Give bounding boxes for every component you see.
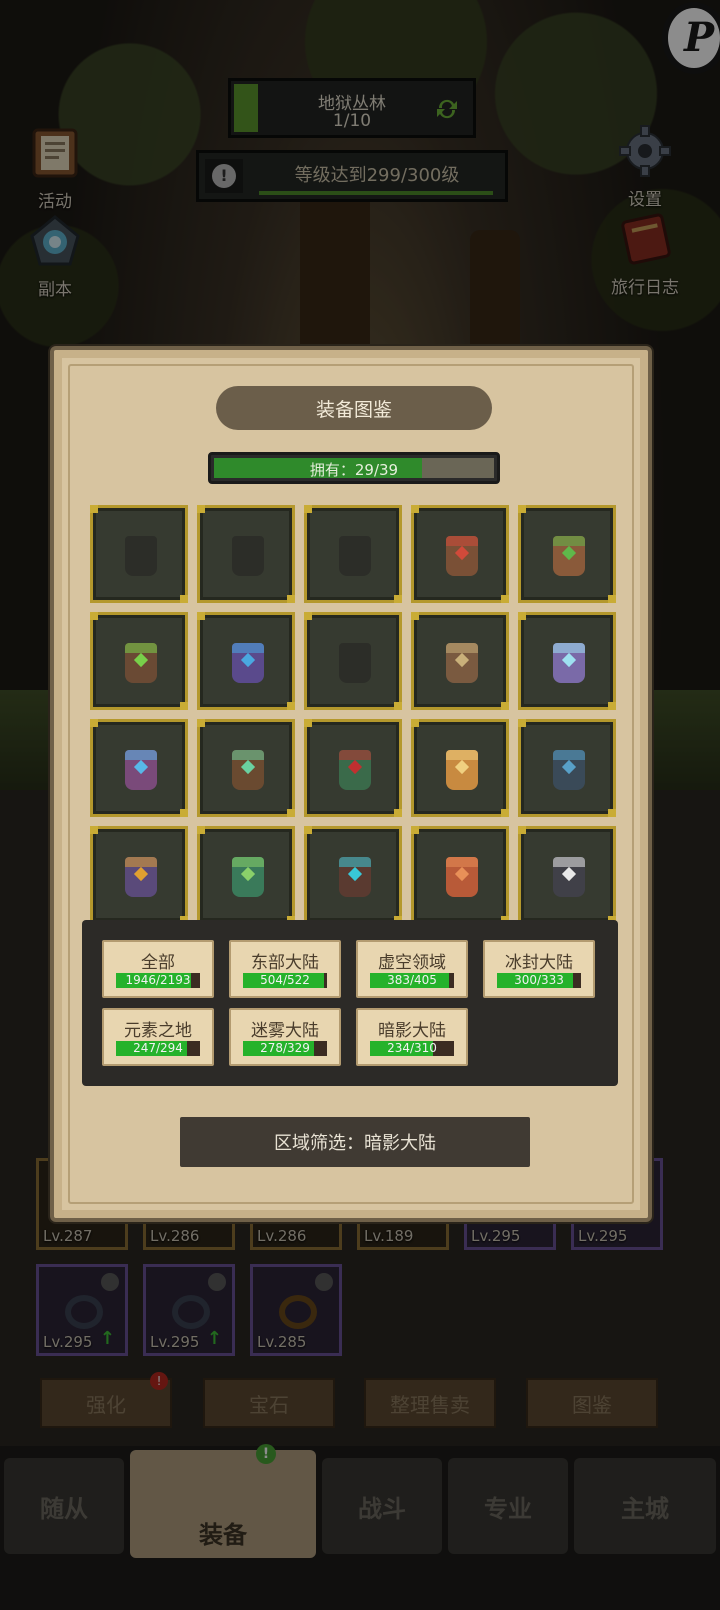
region-name: 全部	[141, 953, 175, 973]
equipment-item-icon	[446, 857, 478, 897]
region-filter-option[interactable]: 冰封大陆 300/333	[483, 940, 595, 998]
region-count: 504/522	[260, 973, 310, 987]
region-progress-bar: 300/333	[497, 973, 581, 988]
equipment-item-icon	[232, 750, 264, 790]
equipment-item-icon	[125, 750, 157, 790]
codex-item-slot[interactable]	[90, 505, 188, 603]
equipment-item-icon	[232, 857, 264, 897]
equipment-item-icon	[553, 857, 585, 897]
codex-item-slot[interactable]	[304, 612, 402, 710]
region-progress-bar: 278/329	[243, 1041, 327, 1056]
region-filter-option[interactable]: 东部大陆 504/522	[229, 940, 341, 998]
codex-item-slot[interactable]	[411, 612, 509, 710]
unknown-item-icon	[339, 643, 371, 683]
equipment-item-icon	[446, 750, 478, 790]
region-filter-label: 区域筛选：暗影大陆	[274, 1133, 436, 1154]
region-filter-option[interactable]: 虚空领域 383/405	[356, 940, 468, 998]
codex-item-slot[interactable]	[411, 505, 509, 603]
codex-item-slot[interactable]	[304, 719, 402, 817]
equipment-item-icon	[553, 643, 585, 683]
equipment-item-icon	[125, 857, 157, 897]
equipment-item-icon	[553, 750, 585, 790]
owned-text: 拥有：29/39	[309, 461, 399, 479]
equipment-codex-modal: 装备图鉴 拥有：29/39 区域筛选：暗影大陆	[50, 346, 652, 1222]
region-name: 东部大陆	[251, 953, 319, 973]
region-progress-bar: 234/310	[370, 1041, 454, 1056]
unknown-item-icon	[232, 536, 264, 576]
codex-item-slot[interactable]	[411, 826, 509, 924]
region-filter-option[interactable]: 全部 1946/2193	[102, 940, 214, 998]
equipment-item-icon	[339, 750, 371, 790]
region-filter-option[interactable]: 元素之地 247/294	[102, 1008, 214, 1066]
equipment-item-icon	[339, 857, 371, 897]
region-name: 元素之地	[124, 1021, 192, 1041]
region-filter-option[interactable]: 暗影大陆 234/310	[356, 1008, 468, 1066]
codex-item-slot[interactable]	[304, 826, 402, 924]
codex-item-slot[interactable]	[518, 505, 616, 603]
codex-item-slot[interactable]	[197, 826, 295, 924]
codex-item-slot[interactable]	[518, 719, 616, 817]
region-count: 234/310	[387, 1041, 437, 1055]
codex-item-slot[interactable]	[197, 719, 295, 817]
region-count: 247/294	[133, 1041, 183, 1055]
unknown-item-icon	[125, 536, 157, 576]
codex-item-slot[interactable]	[197, 612, 295, 710]
equipment-item-icon	[446, 536, 478, 576]
codex-item-slot[interactable]	[411, 719, 509, 817]
equipment-item-icon	[553, 536, 585, 576]
region-name: 暗影大陆	[378, 1021, 446, 1041]
region-name: 冰封大陆	[505, 953, 573, 973]
codex-item-slot[interactable]	[518, 826, 616, 924]
codex-item-slot[interactable]	[304, 505, 402, 603]
codex-item-slot[interactable]	[90, 612, 188, 710]
unknown-item-icon	[339, 536, 371, 576]
codex-item-slot[interactable]	[197, 505, 295, 603]
equipment-item-icon	[446, 643, 478, 683]
region-progress-bar: 1946/2193	[116, 973, 200, 988]
region-progress-bar: 247/294	[116, 1041, 200, 1056]
codex-item-slot[interactable]	[90, 826, 188, 924]
codex-item-slot[interactable]	[518, 612, 616, 710]
equipment-item-icon	[125, 643, 157, 683]
owned-progress-bar: 拥有：29/39	[208, 452, 500, 484]
region-name: 迷雾大陆	[251, 1021, 319, 1041]
codex-item-slot[interactable]	[90, 719, 188, 817]
region-count: 300/333	[514, 973, 564, 987]
equipment-item-icon	[232, 643, 264, 683]
region-count: 278/329	[260, 1041, 310, 1055]
region-filter-option[interactable]: 迷雾大陆 278/329	[229, 1008, 341, 1066]
region-filter-panel: 全部 1946/2193 东部大陆 504/522 虚空领域 383/405 冰封大陆 300…	[82, 920, 618, 1086]
region-progress-bar: 383/405	[370, 973, 454, 988]
region-progress-bar: 504/522	[243, 973, 327, 988]
region-count: 383/405	[387, 973, 437, 987]
region-name: 虚空领域	[378, 953, 446, 973]
region-filter-button[interactable]: 区域筛选：暗影大陆	[180, 1117, 530, 1167]
region-count: 1946/2193	[125, 973, 191, 987]
modal-title: 装备图鉴	[216, 386, 492, 430]
